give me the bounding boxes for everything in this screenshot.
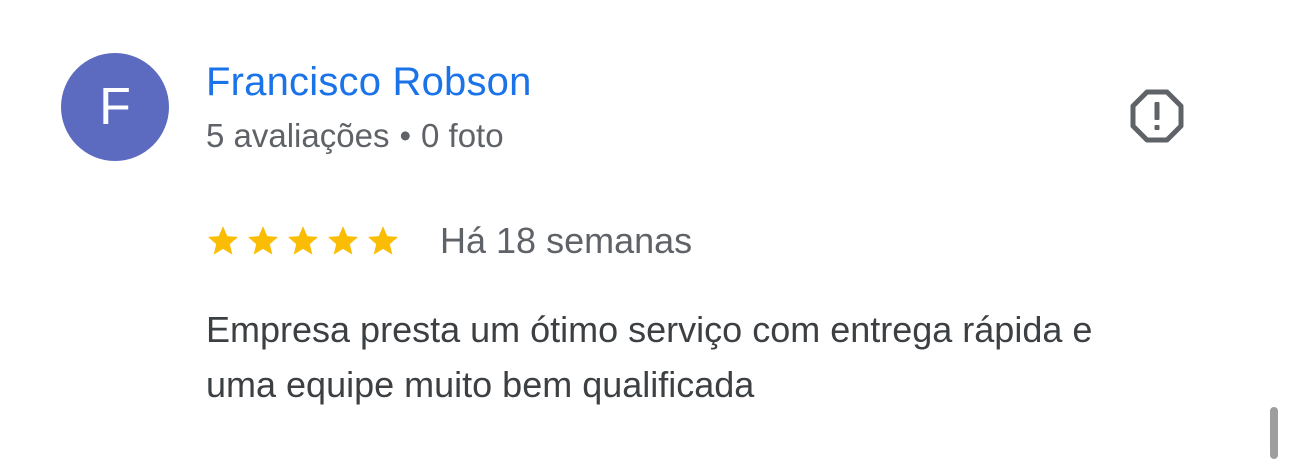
report-icon xyxy=(1130,89,1184,143)
review-text: Empresa presta um ótimo serviço com entr… xyxy=(206,309,1093,405)
star-rating xyxy=(206,224,406,258)
avatar[interactable]: F xyxy=(61,53,169,161)
star-filled-icon xyxy=(247,226,279,255)
reviewer-name[interactable]: Francisco Robson xyxy=(206,58,532,106)
reviewer-meta: 5 avaliações • 0 foto xyxy=(206,116,504,156)
rating-row: Há 18 semanas xyxy=(206,216,692,266)
review-time: Há 18 semanas xyxy=(440,220,693,261)
star-filled-icon xyxy=(207,226,239,255)
star-filled-icon xyxy=(287,226,319,255)
meta-separator: • xyxy=(399,117,412,154)
review-card: F Francisco Robson 5 avaliações • 0 foto… xyxy=(0,0,1290,459)
report-button[interactable] xyxy=(1125,84,1189,148)
scrollbar-thumb[interactable] xyxy=(1270,407,1278,459)
reviews-count: 5 avaliações xyxy=(206,117,390,154)
avatar-initial: F xyxy=(99,78,131,136)
star-filled-icon xyxy=(367,226,399,255)
star-filled-icon xyxy=(327,226,359,255)
photos-count: 0 foto xyxy=(421,117,504,154)
